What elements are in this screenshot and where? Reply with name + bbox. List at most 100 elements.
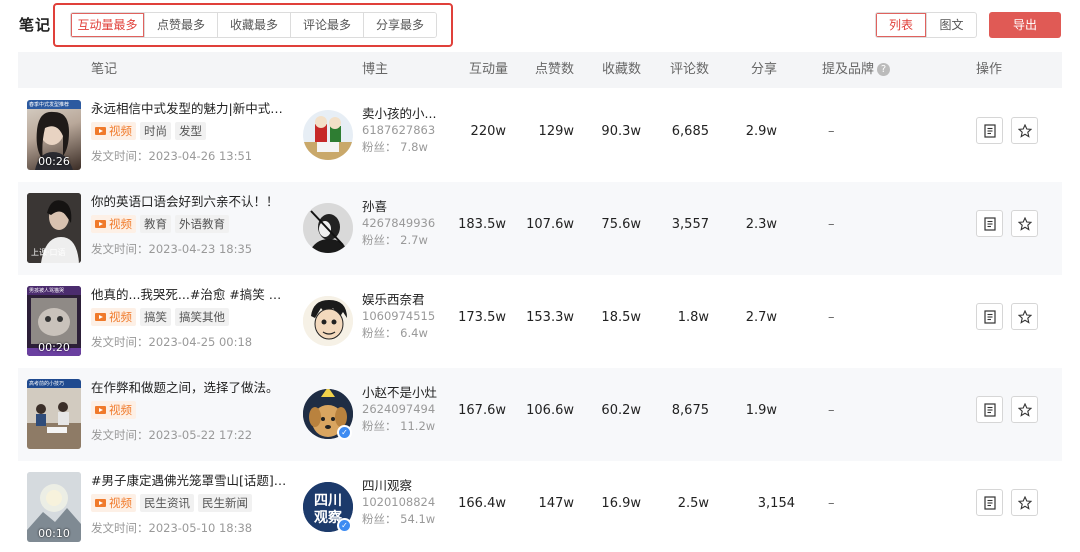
likes-value: 153.3w (526, 310, 574, 325)
blogger-name[interactable]: 卖小孩的小... (362, 103, 442, 122)
sort-tab-interactions[interactable]: 互动量最多 (71, 13, 144, 37)
note-thumbnail[interactable]: 高考前的小技巧 (27, 379, 81, 449)
avatar[interactable] (303, 203, 353, 253)
view-toggle: 列表 图文 (875, 12, 977, 38)
table-row: 男孩被人骂猫哭 00:20 他真的...我哭死...#治愈 #搞笑 #娱... … (18, 275, 1062, 368)
note-title[interactable]: 他真的...我哭死...#治愈 #搞笑 #娱... (91, 284, 291, 303)
sort-tab-comments[interactable]: 评论最多 (290, 13, 363, 37)
star-icon (1017, 402, 1032, 417)
note-title[interactable]: #男子康定遇佛光笼罩雪山[话题]# ... (91, 470, 291, 489)
blogger-name[interactable]: 孙喜 (362, 196, 442, 215)
detail-button[interactable] (976, 396, 1003, 423)
sort-tabs: 互动量最多 点赞最多 收藏最多 评论最多 分享最多 (70, 12, 437, 38)
note-tags: 视频 教育 外语教育 (91, 215, 229, 233)
column-note: 笔记 (91, 62, 118, 77)
column-brand-label: 提及品牌 (822, 62, 875, 77)
detail-button[interactable] (976, 489, 1003, 516)
note-tags: 视频 (91, 401, 136, 419)
note-thumbnail[interactable]: 男孩被人骂猫哭 00:20 (27, 286, 81, 356)
tag-video: 视频 (91, 308, 136, 326)
export-button[interactable]: 导出 (989, 12, 1061, 38)
video-icon (95, 499, 106, 507)
interactions-value: 173.5w (458, 310, 506, 325)
classroom-image (27, 379, 81, 449)
collects-value: 75.6w (601, 217, 641, 232)
comments-value: 8,675 (671, 403, 709, 418)
star-icon (1017, 495, 1032, 510)
comments-value: 2.5w (677, 496, 709, 511)
photo-avatar-image (303, 203, 353, 253)
shares-value: 2.3w (745, 217, 777, 232)
brand-value: – (828, 217, 835, 232)
note-thumbnail[interactable]: 春季中式发型推荐 00:26 (27, 100, 81, 170)
shares-value: 1.9w (745, 403, 777, 418)
document-icon (983, 123, 996, 138)
note-tags: 视频 时尚 发型 (91, 122, 206, 140)
blogger-id: 2624097494 (362, 402, 436, 416)
post-time: 发文时间：2023-04-26 13:51 (91, 149, 253, 163)
collects-value: 60.2w (601, 403, 641, 418)
tag: 民生新闻 (198, 494, 252, 512)
check-icon: ✓ (337, 425, 352, 440)
favorite-button[interactable] (1011, 303, 1038, 330)
column-collects[interactable]: 收藏数 (581, 52, 641, 88)
interactions-value: 166.4w (458, 496, 506, 511)
favorite-button[interactable] (1011, 489, 1038, 516)
toolbar: 笔记 互动量最多 点赞最多 收藏最多 评论最多 分享最多 列表 图文 导出 (0, 0, 1080, 50)
likes-value: 106.6w (526, 403, 574, 418)
sort-tab-shares[interactable]: 分享最多 (363, 13, 436, 37)
blogger-fans: 粉丝： 54.1w (362, 512, 436, 526)
blogger-name[interactable]: 小赵不是小灶 (362, 382, 442, 401)
svg-text:上课·口语: 上课·口语 (31, 247, 66, 257)
interactions-value: 167.6w (458, 403, 506, 418)
shares-value: 2.9w (745, 124, 777, 139)
brand-value: – (828, 403, 835, 418)
note-thumbnail[interactable]: 上课·口语 (27, 193, 81, 263)
favorite-button[interactable] (1011, 396, 1038, 423)
post-time: 发文时间：2023-05-10 18:38 (91, 521, 253, 535)
page-title: 笔记 (19, 16, 52, 34)
question-icon[interactable]: ? (877, 63, 891, 76)
video-duration: 00:20 (38, 341, 70, 354)
note-title[interactable]: 你的英语口语会好到六亲不认！！ (91, 191, 291, 210)
detail-button[interactable] (976, 303, 1003, 330)
favorite-button[interactable] (1011, 210, 1038, 237)
document-icon (983, 402, 996, 417)
column-interactions[interactable]: 互动量 (448, 52, 508, 88)
tag-video: 视频 (91, 401, 136, 419)
avatar[interactable] (303, 110, 353, 160)
post-time: 发文时间：2023-04-25 00:18 (91, 335, 253, 349)
detail-button[interactable] (976, 210, 1003, 237)
favorite-button[interactable] (1011, 117, 1038, 144)
document-icon (983, 216, 996, 231)
sort-tab-collects[interactable]: 收藏最多 (217, 13, 290, 37)
sort-tab-likes[interactable]: 点赞最多 (144, 13, 217, 37)
view-graphic-button[interactable]: 图文 (926, 13, 976, 37)
cartoon-avatar-image (303, 116, 353, 160)
column-comments[interactable]: 评论数 (649, 52, 709, 88)
tag: 时尚 (140, 122, 171, 140)
shares-value: 2.7w (745, 310, 777, 325)
blogger-name[interactable]: 四川观察 (362, 475, 442, 494)
post-time: 发文时间：2023-04-23 18:35 (91, 242, 253, 256)
avatar[interactable] (303, 296, 353, 346)
column-likes[interactable]: 点赞数 (514, 52, 574, 88)
blogger-id: 1060974515 (362, 309, 436, 323)
table-row: 00:10 #男子康定遇佛光笼罩雪山[话题]# ... 视频 民生资讯 民生新闻… (18, 461, 1062, 552)
note-title[interactable]: 在作弊和做题之间，选择了做法。 (91, 377, 291, 396)
check-icon: ✓ (337, 518, 352, 533)
tag: 民生资讯 (140, 494, 194, 512)
blogger-fans: 粉丝： 11.2w (362, 419, 436, 433)
note-tags: 视频 民生资讯 民生新闻 (91, 494, 252, 512)
likes-value: 129w (538, 124, 574, 139)
collects-value: 90.3w (601, 124, 641, 139)
column-shares[interactable]: 分享 (717, 52, 777, 88)
note-title[interactable]: 永远相信中式发型的魅力|新中式发... (91, 98, 291, 117)
table-row: 高考前的小技巧 在作弊和做题之间，选择了做法。 视频 发文时间：2023-05-… (18, 368, 1062, 461)
blogger-name[interactable]: 娱乐西奈君 (362, 289, 442, 308)
view-list-button[interactable]: 列表 (876, 13, 926, 37)
tag: 搞笑 (140, 308, 171, 326)
detail-button[interactable] (976, 117, 1003, 144)
table-header: 笔记 博主 互动量 点赞数 收藏数 评论数 分享 提及品牌? 操作 (18, 52, 1062, 88)
note-thumbnail[interactable]: 00:10 (27, 472, 81, 542)
